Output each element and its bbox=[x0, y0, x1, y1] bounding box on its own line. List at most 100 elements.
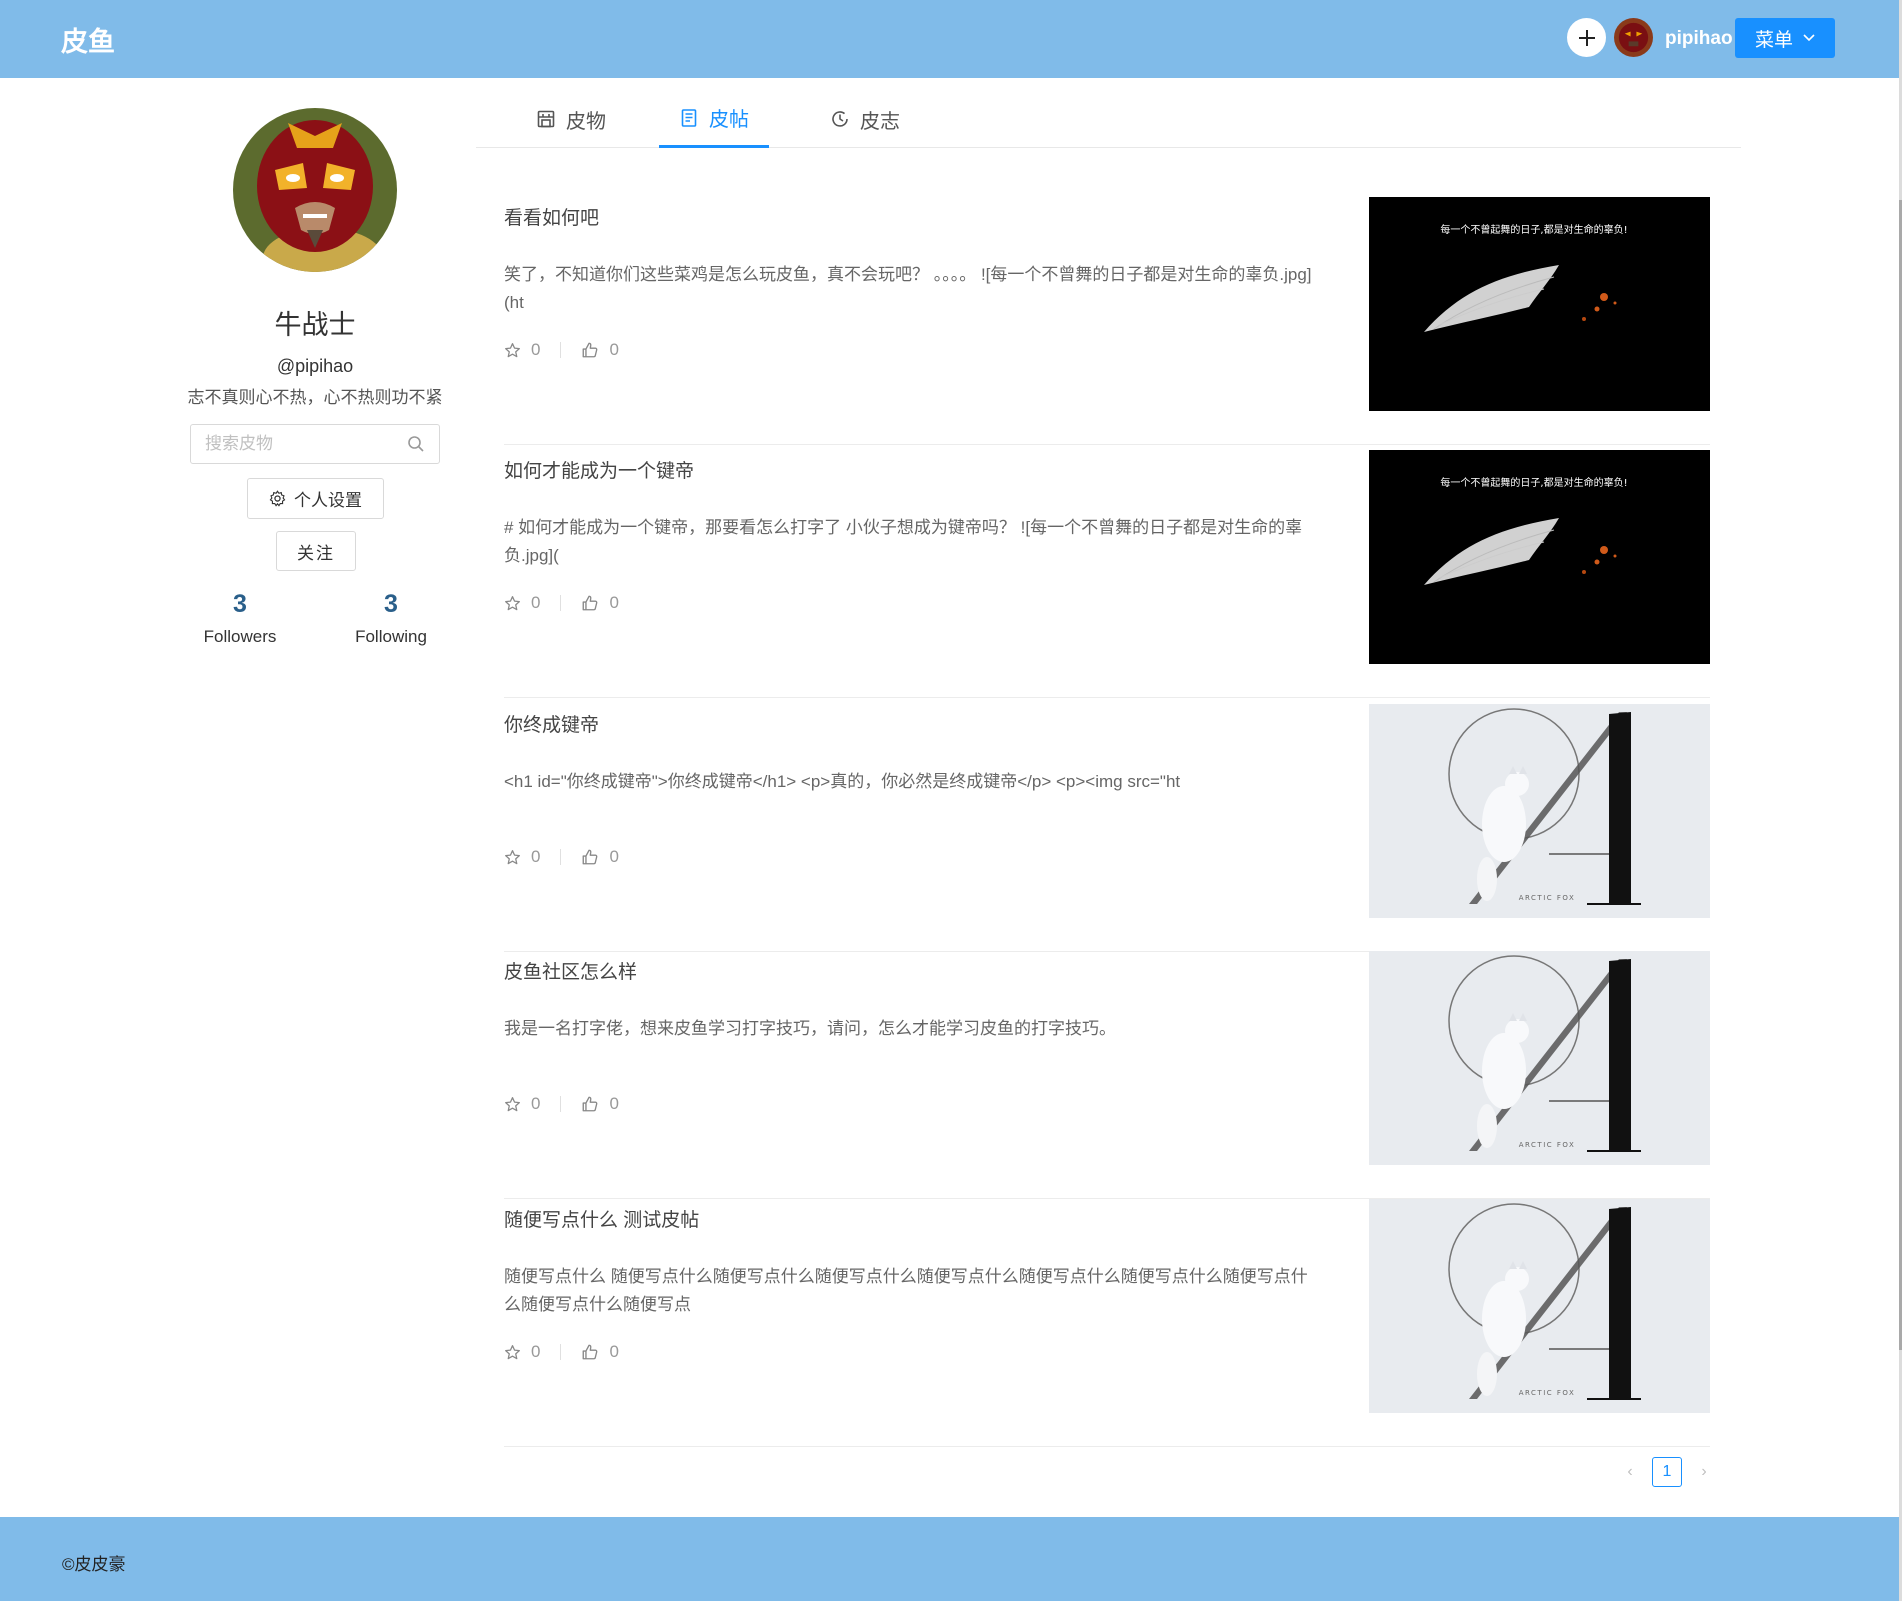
star-action[interactable]: 0 bbox=[504, 340, 540, 360]
search-icon[interactable] bbox=[407, 435, 425, 453]
post-excerpt: # 如何才能成为一个键帝，那要看怎么打字了 小伙子想成为键帝吗？ ![每一个不曾… bbox=[504, 518, 1303, 565]
personal-settings-button[interactable]: 个人设置 bbox=[247, 478, 384, 519]
image-caption: ARCTIC FOX bbox=[1519, 1389, 1576, 1397]
post-actions: 0 0 bbox=[504, 1341, 619, 1363]
prev-page-icon[interactable]: ‹ bbox=[1620, 1463, 1640, 1481]
like-count: 0 bbox=[609, 1342, 619, 1361]
post-actions: 0 0 bbox=[504, 846, 619, 868]
post-thumbnail[interactable]: ARCTIC FOX bbox=[1369, 704, 1710, 918]
next-page-icon[interactable]: › bbox=[1694, 1463, 1714, 1481]
tab-label: 皮志 bbox=[860, 110, 900, 133]
tab-posts[interactable]: 皮帖 bbox=[659, 90, 769, 148]
post-thumbnail[interactable]: ARCTIC FOX bbox=[1369, 1199, 1710, 1413]
action-divider bbox=[560, 849, 562, 865]
star-icon bbox=[505, 595, 520, 610]
star-action[interactable]: 0 bbox=[504, 593, 540, 613]
wrestler-mask-icon bbox=[1614, 18, 1653, 57]
tab-journal[interactable]: 皮志 bbox=[810, 90, 920, 148]
header-username[interactable]: pipihao bbox=[1665, 28, 1733, 50]
post-title[interactable]: 如何才能成为一个键帝 bbox=[504, 456, 694, 483]
star-icon bbox=[505, 342, 520, 357]
post-title[interactable]: 随便写点什么 测试皮帖 bbox=[504, 1205, 699, 1232]
content-tabs: 皮物 皮帖 皮志 bbox=[476, 90, 1741, 148]
star-action[interactable]: 0 bbox=[504, 847, 540, 867]
post-title[interactable]: 皮鱼社区怎么样 bbox=[504, 957, 637, 984]
star-count: 0 bbox=[531, 847, 541, 866]
post-title[interactable]: 你终成键帝 bbox=[504, 710, 599, 737]
copyright-text: ©皮皮豪 bbox=[62, 1555, 126, 1574]
search-box bbox=[190, 424, 440, 464]
tab-label: 皮物 bbox=[566, 110, 606, 133]
post-thumbnail[interactable]: 每一个不曾起舞的日子,都是对生命的辜负! bbox=[1369, 450, 1710, 664]
shop-icon bbox=[537, 110, 555, 128]
thumbs-up-icon bbox=[583, 595, 598, 611]
post-excerpt: 随便写点什么 随便写点什么随便写点什么随便写点什么随便写点什么随便写点什么随便写… bbox=[504, 1267, 1308, 1314]
post-thumbnail[interactable]: 每一个不曾起舞的日子,都是对生命的辜负! bbox=[1369, 197, 1710, 411]
star-count: 0 bbox=[531, 1342, 541, 1361]
post-image: 每一个不曾起舞的日子,都是对生命的辜负! bbox=[1369, 450, 1710, 664]
file-text-icon bbox=[681, 108, 697, 127]
profile-avatar bbox=[233, 108, 397, 272]
like-count: 0 bbox=[609, 340, 619, 359]
like-action[interactable]: 0 bbox=[581, 847, 619, 867]
gear-icon bbox=[269, 490, 286, 507]
post-actions: 0 0 bbox=[504, 339, 619, 361]
star-icon bbox=[505, 1344, 520, 1359]
tab-items[interactable]: 皮物 bbox=[516, 90, 626, 148]
followers-count: 3 bbox=[233, 590, 247, 618]
plus-icon bbox=[1578, 29, 1595, 46]
post-item[interactable]: 随便写点什么 测试皮帖 随便写点什么 随便写点什么随便写点什么随便写点什么随便写… bbox=[504, 1199, 1710, 1447]
image-caption: ARCTIC FOX bbox=[1519, 894, 1576, 902]
post-actions: 0 0 bbox=[504, 592, 619, 614]
post-excerpt: 笑了，不知道你们这些菜鸡是怎么玩皮鱼，真不会玩吧？ 。。。。 ![每一个不曾舞的… bbox=[504, 265, 1312, 312]
thumbs-up-icon bbox=[583, 849, 598, 865]
like-action[interactable]: 0 bbox=[581, 340, 619, 360]
post-item[interactable]: 皮鱼社区怎么样 我是一名打字佬，想来皮鱼学习打字技巧，请问，怎么才能学习皮鱼的打… bbox=[504, 951, 1710, 1199]
menu-dropdown-button[interactable]: 菜单 bbox=[1735, 18, 1835, 58]
star-count: 0 bbox=[531, 340, 541, 359]
top-header: 皮鱼 pipihao 菜单 bbox=[0, 0, 1899, 78]
star-count: 0 bbox=[531, 1094, 541, 1113]
following-label: Following bbox=[355, 627, 427, 646]
like-action[interactable]: 0 bbox=[581, 1342, 619, 1362]
post-item[interactable]: 看看如何吧 笑了，不知道你们这些菜鸡是怎么玩皮鱼，真不会玩吧？ 。。。。 ![每… bbox=[504, 197, 1710, 445]
like-action[interactable]: 0 bbox=[581, 593, 619, 613]
site-logo[interactable]: 皮鱼 bbox=[61, 20, 115, 59]
following-count: 3 bbox=[384, 590, 398, 618]
post-image: ARCTIC FOX bbox=[1369, 951, 1710, 1165]
action-divider bbox=[560, 595, 562, 611]
page-number-current[interactable]: 1 bbox=[1652, 1457, 1682, 1487]
like-action[interactable]: 0 bbox=[581, 1094, 619, 1114]
star-icon bbox=[505, 1096, 520, 1111]
like-count: 0 bbox=[609, 593, 619, 612]
thumbs-up-icon bbox=[583, 342, 598, 358]
history-icon bbox=[832, 111, 848, 127]
search-input[interactable] bbox=[191, 425, 391, 463]
star-icon bbox=[505, 849, 520, 864]
post-item[interactable]: 你终成键帝 <h1 id="你终成键帝">你终成键帝</h1> <p>真的，你必… bbox=[504, 704, 1710, 952]
action-divider bbox=[560, 1096, 562, 1112]
follow-button[interactable]: 关注 bbox=[276, 531, 356, 571]
post-excerpt: <h1 id="你终成键帝">你终成键帝</h1> <p>真的，你必然是终成键帝… bbox=[504, 772, 1181, 791]
pagination: ‹ 1 › bbox=[1620, 1457, 1714, 1487]
chevron-down-icon bbox=[1803, 34, 1815, 42]
image-caption: 每一个不曾起舞的日子,都是对生命的辜负! bbox=[1440, 223, 1627, 236]
add-button[interactable] bbox=[1567, 18, 1606, 57]
post-excerpt: 我是一名打字佬，想来皮鱼学习打字技巧，请问，怎么才能学习皮鱼的打字技巧。 bbox=[504, 1019, 1116, 1038]
header-avatar[interactable] bbox=[1614, 18, 1653, 57]
post-title[interactable]: 看看如何吧 bbox=[504, 203, 599, 230]
like-count: 0 bbox=[609, 1094, 619, 1113]
post-image: ARCTIC FOX bbox=[1369, 1199, 1710, 1413]
post-thumbnail[interactable]: ARCTIC FOX bbox=[1369, 951, 1710, 1165]
post-image: ARCTIC FOX bbox=[1369, 704, 1710, 918]
star-action[interactable]: 0 bbox=[504, 1342, 540, 1362]
wrestler-mask-icon bbox=[233, 108, 397, 272]
menu-label: 菜单 bbox=[1754, 29, 1793, 51]
image-caption: ARCTIC FOX bbox=[1519, 1141, 1576, 1149]
following-stat[interactable]: 3 Following bbox=[321, 590, 461, 647]
action-divider bbox=[560, 1344, 562, 1360]
post-actions: 0 0 bbox=[504, 1093, 619, 1115]
followers-stat[interactable]: 3 Followers bbox=[170, 590, 310, 647]
star-action[interactable]: 0 bbox=[504, 1094, 540, 1114]
post-item[interactable]: 如何才能成为一个键帝 # 如何才能成为一个键帝，那要看怎么打字了 小伙子想成为键… bbox=[504, 450, 1710, 698]
